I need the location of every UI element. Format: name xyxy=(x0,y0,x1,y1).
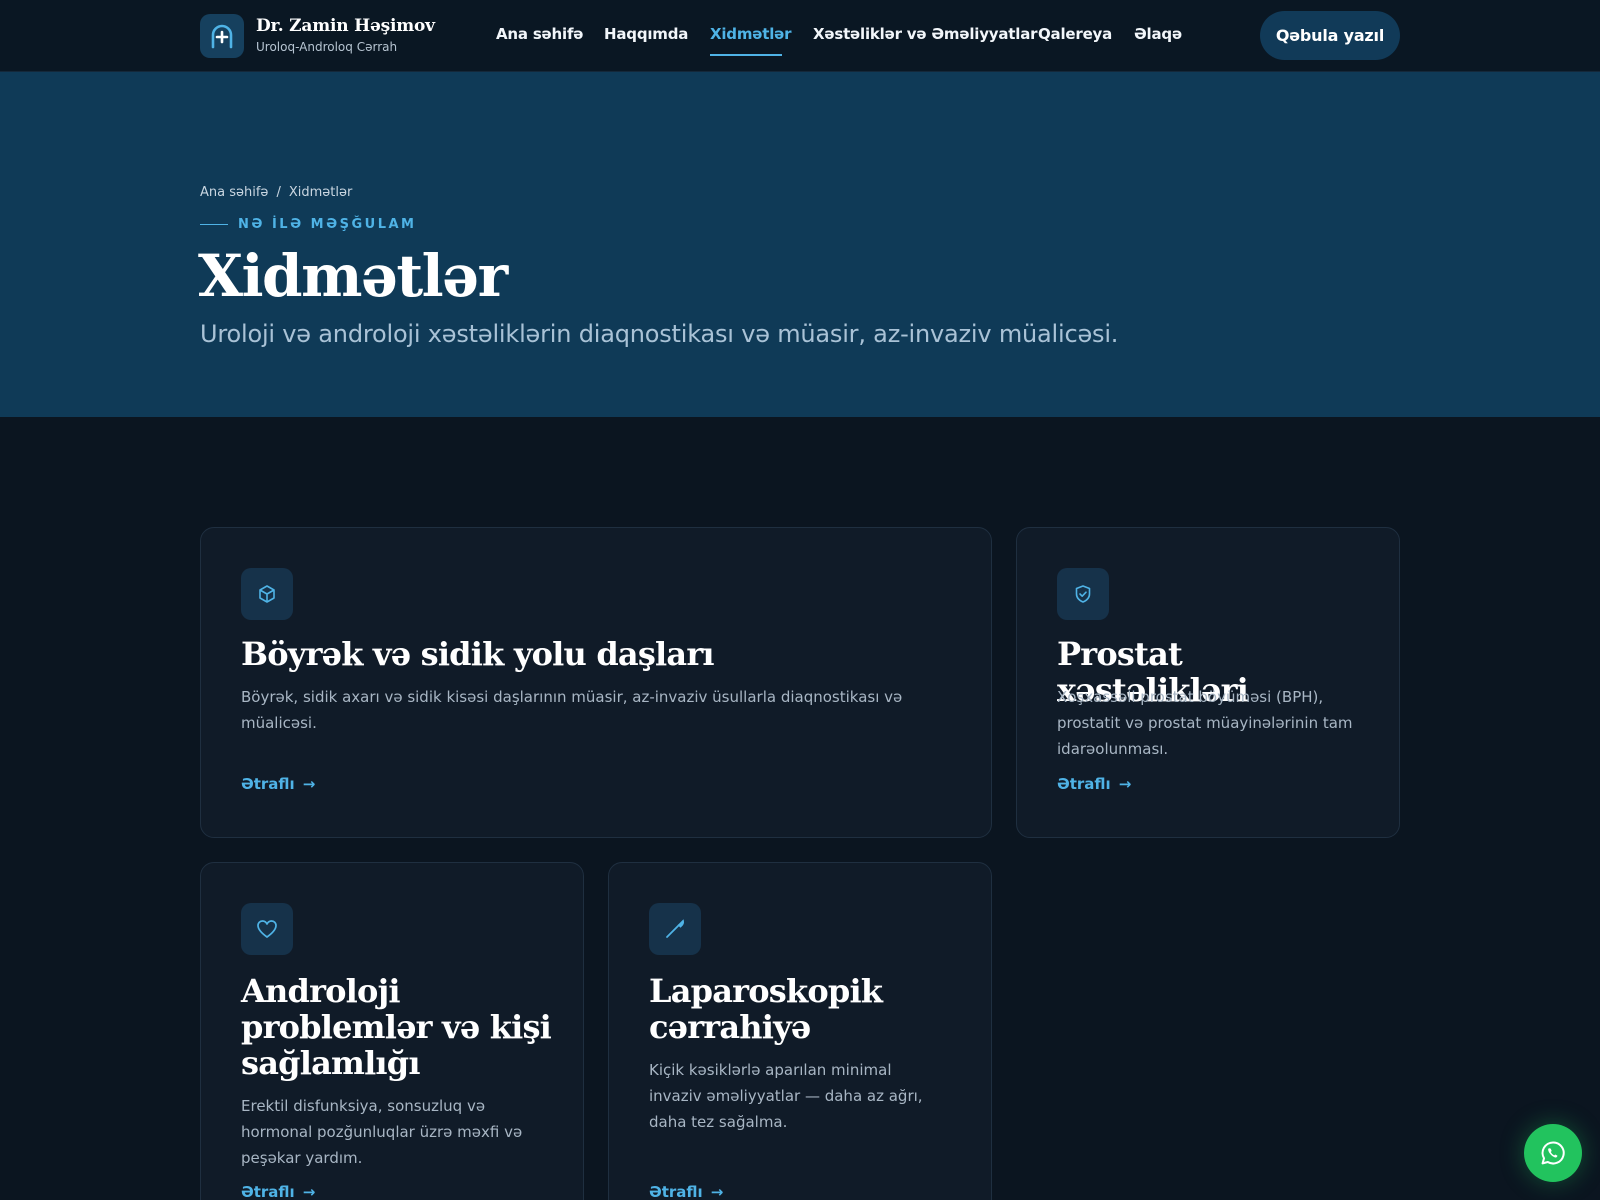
arrow-right-icon: → xyxy=(710,1183,724,1200)
service-card-laparoscopy[interactable]: Laparoskopik cərrahiyə Kiçik kəsiklərlə … xyxy=(608,862,992,1200)
service-card-andrology[interactable]: Androloji problemlər və kişi sağlamlığı … xyxy=(200,862,584,1200)
breadcrumb-separator: / xyxy=(276,185,281,200)
active-nav-indicator xyxy=(710,54,782,56)
breadcrumb: Ana səhifə / Xidmətlər xyxy=(200,185,352,200)
service-title: Böyrək və sidik yolu daşları xyxy=(241,635,715,673)
service-title: Androloji problemlər və kişi sağlamlığı xyxy=(241,972,552,1082)
service-description: Xoşxassəli prostat böyüməsi (BPH), prost… xyxy=(1057,688,1353,758)
page-subtitle: Uroloji və androloji xəstəliklərin diaqn… xyxy=(200,320,1119,348)
brand-name: Dr. Zamin Həşimov xyxy=(256,16,435,36)
service-description: Kiçik kəsiklərlə aparılan minimal invazi… xyxy=(649,1061,923,1131)
brand-subtitle: Uroloq-Androloq Cərrah xyxy=(256,40,398,54)
nav-item-services[interactable]: Xidmətlər xyxy=(710,25,792,43)
arrow-right-icon: → xyxy=(1118,775,1132,793)
service-more-link[interactable]: Ətraflı → xyxy=(649,1183,723,1200)
arrow-right-icon: → xyxy=(302,775,316,793)
shield-check-icon xyxy=(1057,568,1109,620)
nav-item-gallery[interactable]: Qalereya xyxy=(1038,25,1112,43)
nav-item-contact[interactable]: Əlaqə xyxy=(1134,25,1182,43)
whatsapp-chat-button[interactable] xyxy=(1524,1124,1582,1182)
eyebrow-line xyxy=(200,224,228,225)
breadcrumb-home[interactable]: Ana səhifə xyxy=(200,185,268,200)
eyebrow: NƏ İLƏ MƏŞĞULAM xyxy=(200,217,416,232)
service-card-prostate[interactable]: Prostat xəstəlikləri Xoşxassəli prostat … xyxy=(1016,527,1400,838)
breadcrumb-current: Xidmətlər xyxy=(288,185,353,200)
nav-item-about[interactable]: Haqqımda xyxy=(604,25,688,43)
whatsapp-icon xyxy=(1541,1141,1565,1165)
brand[interactable]: Dr. Zamin Həşimov Uroloq-Androloq Cərrah xyxy=(200,14,435,58)
book-appointment-button[interactable]: Qəbula yazıl xyxy=(1260,11,1400,60)
service-description: Böyrək, sidik axarı və sidik kisəsi daşl… xyxy=(241,688,903,732)
more-link-label: Ətraflı xyxy=(649,1183,703,1200)
site-header: Dr. Zamin Həşimov Uroloq-Androloq Cərrah… xyxy=(0,0,1600,72)
more-link-label: Ətraflı xyxy=(241,775,295,793)
medical-cross-logo-icon xyxy=(200,14,244,58)
eyebrow-text: NƏ İLƏ MƏŞĞULAM xyxy=(238,217,417,232)
nav-item-diseases[interactable]: Xəstəliklər və Əməliyyatlar xyxy=(813,25,1038,43)
service-more-link[interactable]: Ətraflı → xyxy=(241,1183,315,1200)
arrow-right-icon: → xyxy=(302,1183,316,1200)
more-link-label: Ətraflı xyxy=(241,1183,295,1200)
service-more-link[interactable]: Ətraflı → xyxy=(1057,775,1131,793)
heart-icon xyxy=(241,903,293,955)
service-title: Laparoskopik cərrahiyə xyxy=(649,972,883,1046)
service-card-kidney-stones[interactable]: Böyrək və sidik yolu daşları Böyrək, sid… xyxy=(200,527,992,838)
cube-icon xyxy=(241,568,293,620)
service-description: Erektil disfunksiya, sonsuzluq və hormon… xyxy=(241,1097,523,1167)
scalpel-icon xyxy=(649,903,701,955)
more-link-label: Ətraflı xyxy=(1057,775,1111,793)
service-more-link[interactable]: Ətraflı → xyxy=(241,775,315,793)
page-title: Xidmətlər xyxy=(198,242,508,310)
nav-item-home[interactable]: Ana səhifə xyxy=(496,25,583,43)
